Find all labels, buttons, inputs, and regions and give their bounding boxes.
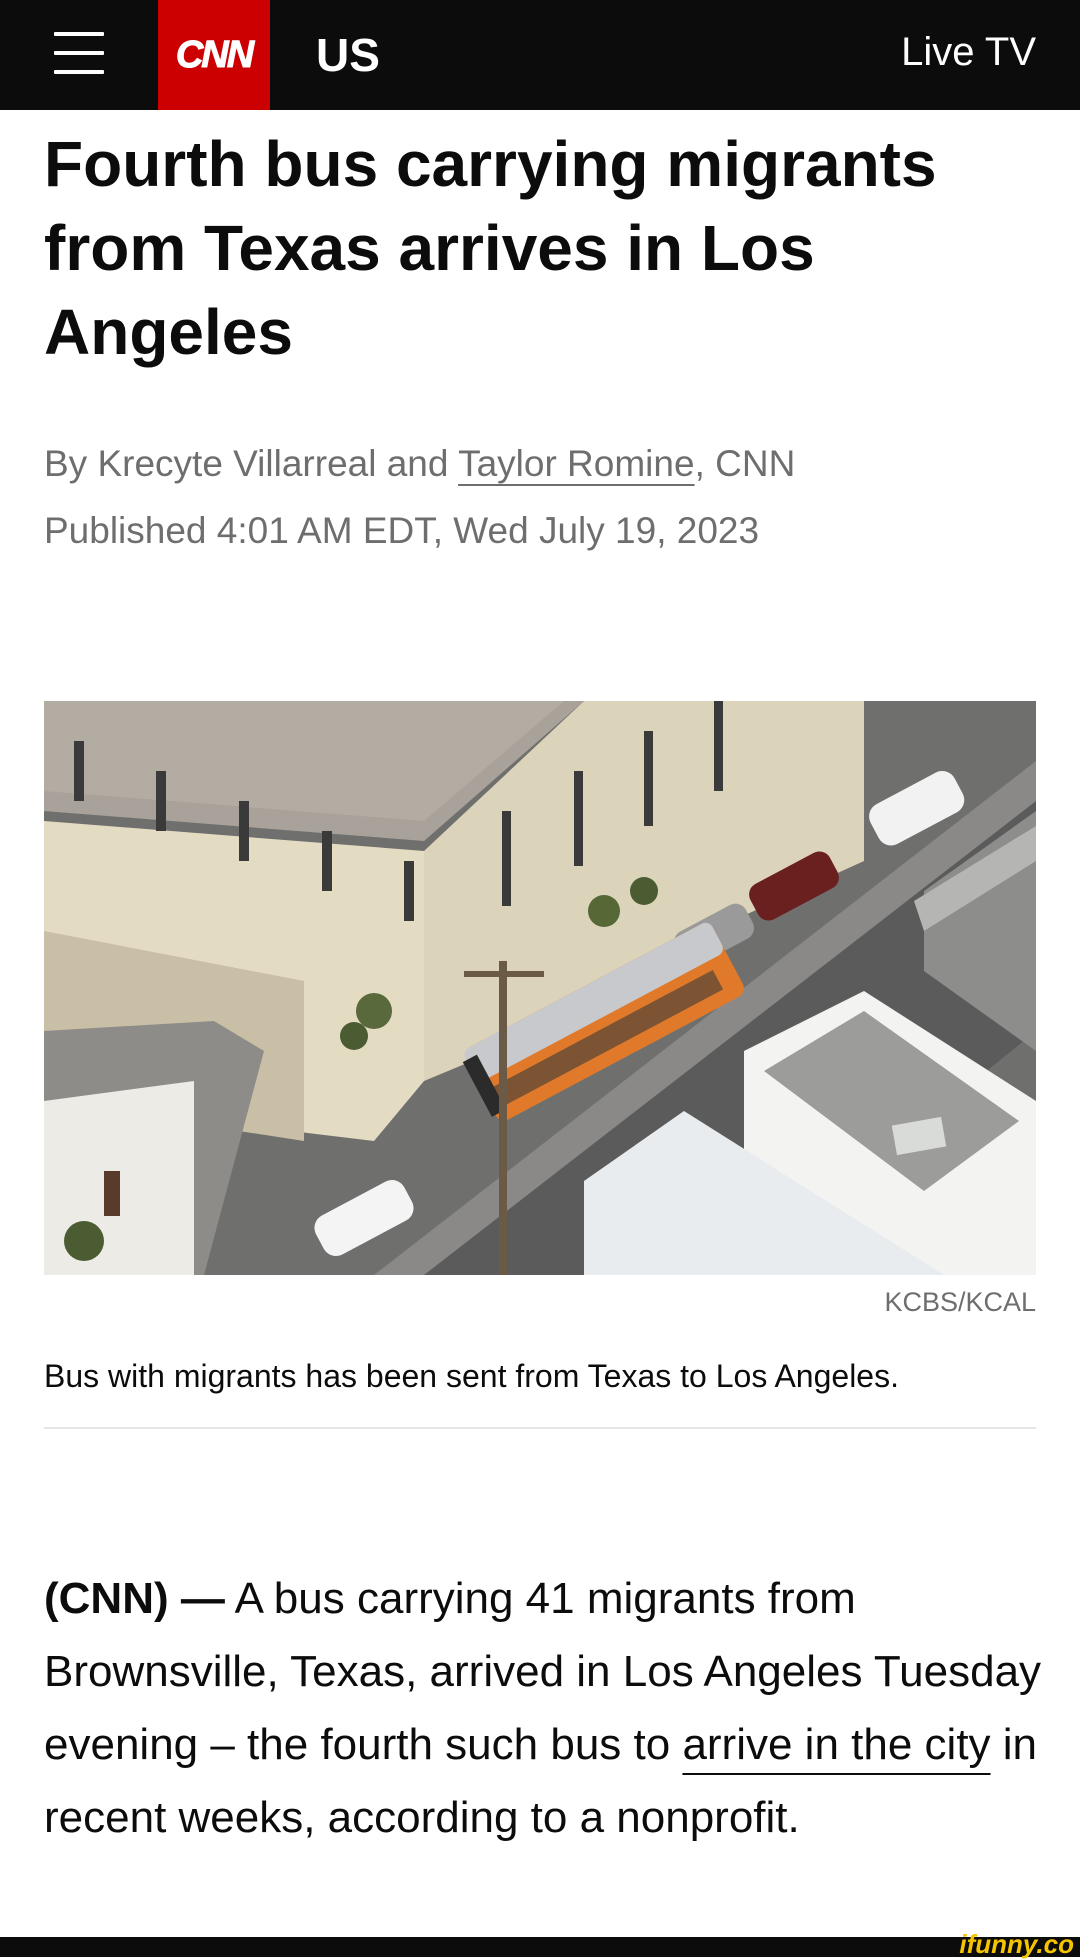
hamburger-menu-icon[interactable] [54,30,104,76]
top-nav-bar: CNN US Live TV [0,0,1080,110]
article-headline: Fourth bus carrying migrants from Texas … [44,128,937,368]
aerial-street-photo [44,701,1036,1275]
article-paragraph: (CNN) — A bus carrying 41 migrants from … [44,1562,1044,1854]
byline-prefix: By Krecyte Villarreal and [44,443,449,484]
bottom-bar [0,1937,1080,1957]
dateline: (CNN) — [44,1574,225,1623]
section-label-us[interactable]: US [316,28,380,82]
caption-divider [44,1427,1036,1429]
author-link[interactable]: Taylor Romine [458,443,694,484]
cnn-logo[interactable]: CNN [158,0,270,110]
byline: By Krecyte Villarreal and Taylor Romine,… [44,443,795,485]
ifunny-watermark: ifunny.co [959,1929,1074,1959]
live-tv-link[interactable]: Live TV [901,30,1036,75]
logo-text: CNN [175,33,254,76]
photo-credit: KCBS/KCAL [884,1287,1036,1317]
byline-suffix: , CNN [694,443,796,484]
photo-caption: Bus with migrants has been sent from Tex… [44,1358,899,1394]
published-timestamp: Published 4:01 AM EDT, Wed July 19, 2023 [44,510,760,551]
inline-article-link[interactable]: arrive in the city [682,1720,990,1769]
article-photo[interactable] [44,701,1036,1275]
